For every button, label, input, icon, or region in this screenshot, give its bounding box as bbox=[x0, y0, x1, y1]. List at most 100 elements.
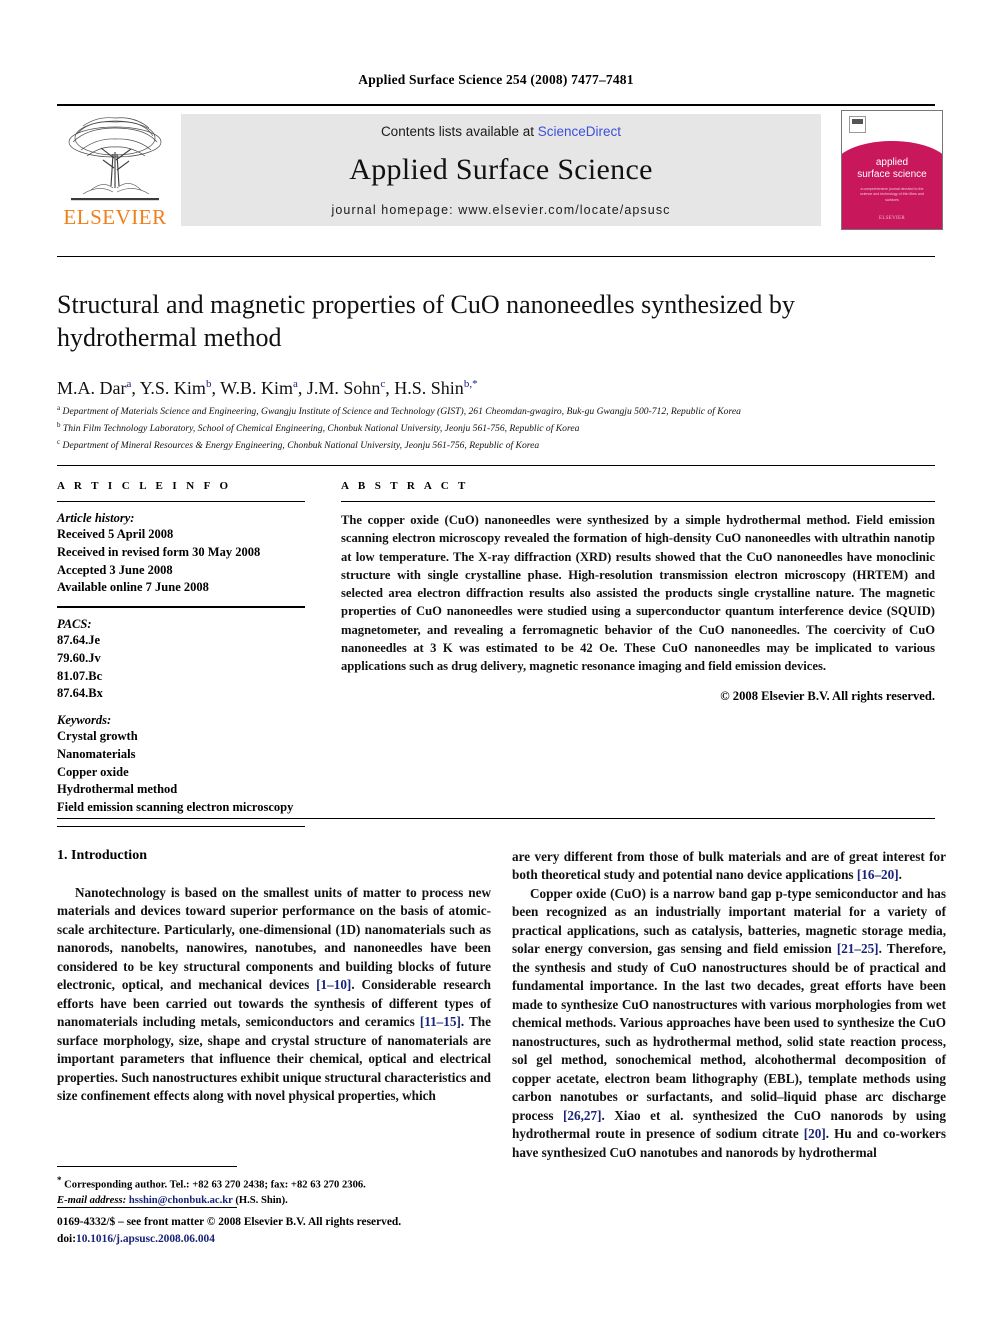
article-info-column: A R T I C L E I N F O Article history: R… bbox=[57, 480, 305, 836]
pacs-block: PACS: 87.64.Je 79.60.Jv 81.07.Bc 87.64.B… bbox=[57, 617, 305, 703]
abstract-column: A B S T R A C T The copper oxide (CuO) n… bbox=[341, 480, 935, 704]
keyword-5: Field emission scanning electron microsc… bbox=[57, 800, 294, 814]
contents-prefix: Contents lists available at bbox=[380, 124, 538, 139]
intro-paragraph-1: Nanotechnology is based on the smallest … bbox=[57, 884, 491, 1106]
journal-masthead: ELSEVIER Contents lists available at Sci… bbox=[57, 104, 943, 230]
doi-value[interactable]: 10.1016/j.apsusc.2008.06.004 bbox=[76, 1233, 215, 1245]
citation-26-27[interactable]: [26,27] bbox=[563, 1108, 601, 1123]
citation-16-20[interactable]: [16–20] bbox=[857, 867, 899, 882]
citation-21-25[interactable]: [21–25] bbox=[837, 941, 879, 956]
author-2-name: Y.S. Kim bbox=[139, 378, 206, 398]
elsevier-tree-icon bbox=[68, 117, 162, 201]
corresponding-author-footnote: * Corresponding author. Tel.: +82 63 270… bbox=[57, 1174, 491, 1208]
affiliation-c-text: Department of Mineral Resources & Energy… bbox=[62, 440, 540, 452]
author-5-affil-marker: b,* bbox=[463, 378, 478, 390]
doi-line: doi:10.1016/j.apsusc.2008.06.004 bbox=[57, 1231, 557, 1248]
pacs-code-1: 87.64.Je bbox=[57, 633, 101, 647]
body-column-right: are very different from those of bulk ma… bbox=[512, 848, 946, 1162]
author-5: H.S. Shinb,* bbox=[394, 378, 477, 398]
article-info-rule-1 bbox=[57, 501, 305, 502]
intro-p2-part-b: . Therefore, the synthesis and study of … bbox=[512, 941, 946, 1123]
contents-available-text: Contents lists available at ScienceDirec… bbox=[181, 124, 821, 139]
pacs-label: PACS: bbox=[57, 617, 92, 631]
affiliation-b: b Thin Film Technology Laboratory, Schoo… bbox=[57, 420, 937, 437]
author-4-name: J.M. Sohn bbox=[306, 378, 381, 398]
email-link[interactable]: hsshin@chonbuk.ac.kr bbox=[129, 1195, 233, 1206]
article-history-block: Article history: Received 5 April 2008 R… bbox=[57, 511, 305, 597]
footer-rule bbox=[57, 1207, 237, 1208]
masthead-bottom-rule bbox=[57, 256, 935, 257]
affiliation-b-text: Thin Film Technology Laboratory, School … bbox=[62, 423, 580, 435]
abstract-heading: A B S T R A C T bbox=[341, 480, 469, 492]
citation-11-15[interactable]: [11–15] bbox=[420, 1014, 461, 1029]
keyword-4: Hydrothermal method bbox=[57, 782, 178, 797]
keyword-1: Crystal growth bbox=[57, 729, 138, 743]
article-info-rule-2 bbox=[57, 606, 305, 608]
author-3: W.B. Kima bbox=[220, 378, 298, 398]
author-3-affil-marker: a bbox=[292, 378, 298, 390]
info-section-top-rule bbox=[57, 465, 935, 466]
author-1: M.A. Dara bbox=[57, 378, 131, 398]
author-2-affil-marker: b bbox=[205, 378, 212, 390]
history-accepted: Accepted 3 June 2008 bbox=[57, 562, 173, 577]
cover-title-line1: applied bbox=[875, 157, 909, 168]
page-title: Structural and magnetic properties of Cu… bbox=[57, 290, 795, 353]
journal-title: Applied Surface Science bbox=[349, 153, 653, 186]
author-1-affil-marker: a bbox=[126, 378, 132, 390]
author-5-name: H.S. Shin bbox=[394, 378, 464, 398]
affiliation-a-text: Department of Materials Science and Engi… bbox=[62, 406, 741, 418]
abstract-text: The copper oxide (CuO) nanoneedles were … bbox=[341, 513, 935, 673]
keywords-label: Keywords: bbox=[57, 713, 112, 727]
author-4-affil-marker: c bbox=[380, 378, 386, 390]
author-1-name: M.A. Dar bbox=[57, 378, 127, 398]
footnote-marker: * bbox=[57, 1175, 62, 1185]
citation-1-10[interactable]: [1–10] bbox=[316, 977, 351, 992]
affiliation-list: a Department of Materials Science and En… bbox=[57, 403, 937, 454]
keyword-3: Copper oxide bbox=[57, 764, 129, 779]
elsevier-logo: ELSEVIER bbox=[57, 112, 173, 228]
article-history-label: Article history: bbox=[57, 511, 135, 525]
pacs-code-4: 87.64.Bx bbox=[57, 686, 103, 701]
author-3-name: W.B. Kim bbox=[220, 378, 293, 398]
pacs-code-2: 79.60.Jv bbox=[57, 650, 101, 665]
citation-20[interactable]: [20] bbox=[804, 1126, 826, 1141]
pacs-keywords-gap bbox=[57, 703, 305, 713]
affiliation-c-marker: c bbox=[57, 438, 61, 447]
author-2: Y.S. Kimb bbox=[140, 378, 212, 398]
sciencedirect-banner: Contents lists available at ScienceDirec… bbox=[181, 114, 821, 226]
affiliation-a: a Department of Materials Science and En… bbox=[57, 403, 937, 420]
cover-publisher-name: ELSEVIER bbox=[878, 216, 905, 221]
doi-label: doi: bbox=[57, 1233, 76, 1246]
cover-subtitle: a comprehensive journal devoted to the s… bbox=[860, 187, 924, 202]
author-4: J.M. Sohnc bbox=[307, 378, 385, 398]
affiliation-b-marker: b bbox=[57, 421, 61, 430]
paper-page: Applied Surface Science 254 (2008) 7477–… bbox=[0, 0, 992, 1323]
abstract-copyright: © 2008 Elsevier B.V. All rights reserved… bbox=[720, 689, 935, 704]
affiliation-c: c Department of Mineral Resources & Ener… bbox=[57, 437, 937, 454]
author-list: M.A. Dara, Y.S. Kimb, W.B. Kima, J.M. So… bbox=[57, 378, 478, 398]
body-column-left: Nanotechnology is based on the smallest … bbox=[57, 884, 491, 1106]
intro-p1-part-e: . bbox=[898, 867, 902, 883]
sciencedirect-link[interactable]: ScienceDirect bbox=[538, 124, 621, 139]
issn-front-matter: 0169-4332/$ – see front matter © 2008 El… bbox=[57, 1216, 402, 1228]
abstract-rule bbox=[341, 501, 935, 502]
footnote-rule bbox=[57, 1166, 237, 1167]
keyword-2: Nanomaterials bbox=[57, 746, 136, 761]
article-info-heading: A R T I C L E I N F O bbox=[57, 480, 232, 492]
section-title-introduction: 1. Introduction bbox=[57, 848, 147, 863]
email-address-label: E-mail address: bbox=[57, 1194, 127, 1206]
page-footer: 0169-4332/$ – see front matter © 2008 El… bbox=[57, 1214, 557, 1248]
cover-title-line2: surface science bbox=[857, 168, 927, 180]
journal-cover-thumbnail: applied surface science a comprehensive … bbox=[841, 110, 943, 230]
running-head: Applied Surface Science 254 (2008) 7477–… bbox=[358, 72, 634, 87]
body-top-rule bbox=[57, 818, 935, 819]
elsevier-wordmark: ELSEVIER bbox=[63, 205, 167, 229]
history-available-online: Available online 7 June 2008 bbox=[57, 580, 209, 595]
history-received: Received 5 April 2008 bbox=[57, 527, 174, 541]
corresponding-author-text: Corresponding author. Tel.: +82 63 270 2… bbox=[64, 1179, 366, 1191]
article-info-rule-3 bbox=[57, 825, 305, 827]
intro-paragraph-2: Copper oxide (CuO) is a narrow band gap … bbox=[512, 885, 946, 1162]
intro-paragraph-1-continued: are very different from those of bulk ma… bbox=[512, 848, 946, 885]
affiliation-a-marker: a bbox=[57, 404, 61, 412]
journal-homepage-link[interactable]: journal homepage: www.elsevier.com/locat… bbox=[181, 203, 821, 217]
